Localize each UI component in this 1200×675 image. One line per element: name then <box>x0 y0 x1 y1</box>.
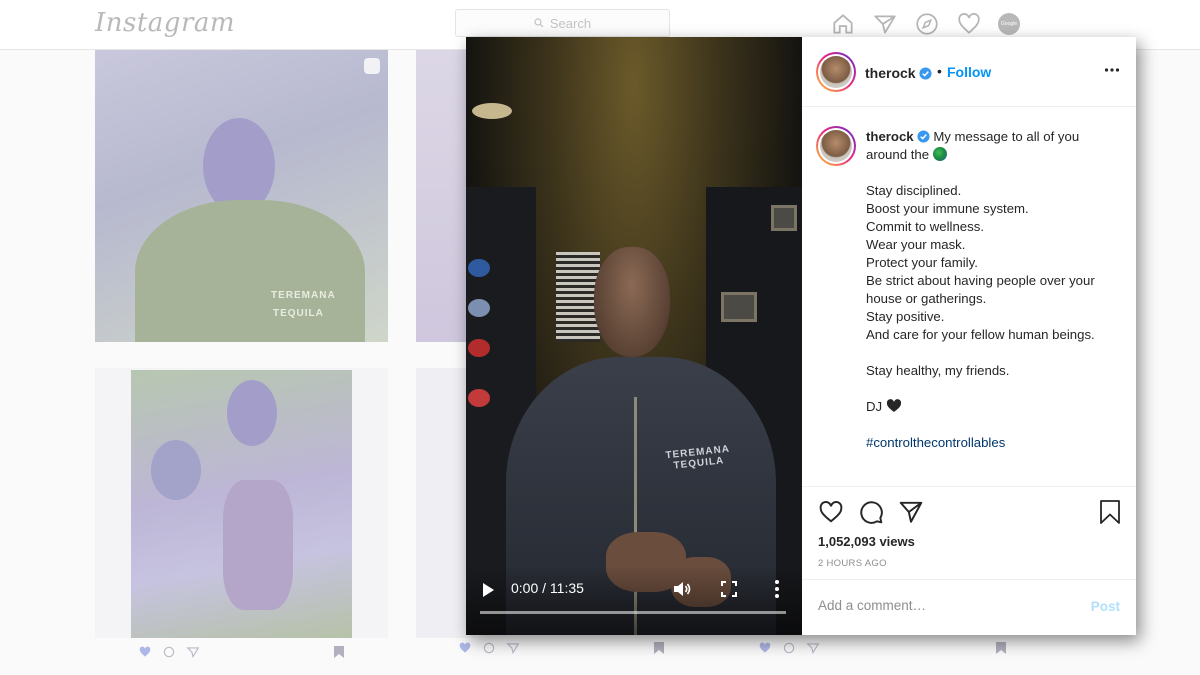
search-icon <box>534 18 544 28</box>
video-progress-bar[interactable] <box>480 611 786 614</box>
direct-icon[interactable] <box>872 11 898 37</box>
hoodie-text: TEQUILA <box>273 308 324 319</box>
save-icon[interactable] <box>333 645 345 659</box>
caption-line: Wear your mask. <box>866 237 966 252</box>
person-head <box>594 247 670 357</box>
helmet <box>468 389 490 407</box>
caption-signature-line: DJ <box>866 398 1120 416</box>
hoodie-text: TEREMANA <box>271 290 336 301</box>
grid-post-3[interactable] <box>95 368 388 638</box>
post-caption: therock My message to all of you around … <box>802 108 1136 486</box>
post-actions: 1,052,093 views 2 HOURS AGO <box>802 486 1136 579</box>
follow-button[interactable]: Follow <box>947 64 991 80</box>
grid-post-1[interactable]: TEREMANA TEQUILA <box>95 50 388 342</box>
share-icon[interactable] <box>506 641 520 655</box>
person-body <box>135 200 365 342</box>
search-input[interactable]: Search <box>455 9 670 37</box>
caption-closing: Stay healthy, my friends. <box>866 363 1010 378</box>
story-ring[interactable] <box>816 52 856 92</box>
video-player[interactable]: TEREMANA TEQUILA 0:00 / 11:35 <box>466 37 802 635</box>
picture-frame <box>771 205 797 231</box>
video-controls: 0:00 / 11:35 <box>466 565 802 635</box>
more-options-icon[interactable] <box>1104 62 1120 78</box>
post-panel: therock • Follow therock My message to a… <box>802 37 1136 635</box>
faded-post-actions <box>758 641 820 655</box>
person-head <box>227 380 277 446</box>
comment-icon[interactable] <box>858 499 884 525</box>
verified-icon <box>919 67 932 80</box>
comment-icon[interactable] <box>162 645 176 659</box>
share-icon[interactable] <box>186 645 200 659</box>
header-username[interactable]: therock <box>865 65 932 81</box>
caption-line: Stay disciplined. <box>866 183 962 198</box>
view-count[interactable]: 1,052,093 views <box>818 534 915 549</box>
caption-intro: therock My message to all of you around … <box>866 128 1120 164</box>
caption-avatar-ring[interactable] <box>816 126 856 166</box>
person-figure <box>151 440 201 500</box>
like-icon[interactable] <box>458 641 472 655</box>
caption-signature: DJ <box>866 399 883 414</box>
helmet <box>468 259 490 277</box>
volume-icon[interactable] <box>672 579 692 599</box>
save-icon[interactable] <box>1098 499 1122 525</box>
fullscreen-icon[interactable] <box>721 581 737 597</box>
search-placeholder: Search <box>549 15 592 31</box>
avatar-label: Google <box>1000 21 1018 27</box>
instagram-logo[interactable]: Instagram <box>95 8 235 38</box>
more-options-icon[interactable] <box>770 578 784 600</box>
explore-icon[interactable] <box>914 11 940 37</box>
user-avatar <box>820 130 852 162</box>
profile-avatar[interactable]: Google <box>998 13 1020 35</box>
helmet <box>468 299 490 317</box>
play-icon[interactable] <box>480 582 496 598</box>
faded-post-actions <box>458 641 520 655</box>
caption-line: Be strict about having people over your … <box>866 273 1095 306</box>
caption-line: Commit to wellness. <box>866 219 984 234</box>
separator-dot: • <box>937 63 942 79</box>
person-figure <box>223 480 293 610</box>
comment-input[interactable] <box>818 598 1058 613</box>
comment-icon[interactable] <box>482 641 496 655</box>
share-icon[interactable] <box>806 641 820 655</box>
like-icon[interactable] <box>818 499 844 525</box>
post-timestamp[interactable]: 2 HOURS AGO <box>818 558 887 569</box>
post-header: therock • Follow <box>802 37 1136 107</box>
picture-frame <box>721 292 757 322</box>
helmet <box>468 339 490 357</box>
video-time: 0:00 / 11:35 <box>511 580 584 596</box>
post-image <box>131 370 352 638</box>
caption-line: And care for your fellow human beings. <box>866 327 1095 342</box>
nav-icons: Google <box>830 11 1020 37</box>
like-icon[interactable] <box>138 645 152 659</box>
faded-post-actions <box>138 645 200 659</box>
caption-line: Protect your family. <box>866 255 978 270</box>
action-icons <box>818 499 924 525</box>
share-icon[interactable] <box>898 499 924 525</box>
activity-icon[interactable] <box>956 11 982 37</box>
black-heart-icon <box>886 399 901 412</box>
igtv-icon <box>364 58 380 74</box>
globe-emoji-icon <box>932 147 947 161</box>
user-avatar <box>820 56 852 88</box>
caption-line: Boost your immune system. <box>866 201 1029 216</box>
caption-username[interactable]: therock <box>866 129 914 144</box>
like-icon[interactable] <box>758 641 772 655</box>
hashtag-link[interactable]: #controlthecontrollables <box>866 434 1120 452</box>
comment-icon[interactable] <box>782 641 796 655</box>
comment-bar: Post <box>802 579 1136 635</box>
username-text: therock <box>865 65 916 81</box>
caption-line: Stay positive. <box>866 309 945 324</box>
home-icon[interactable] <box>830 11 856 37</box>
save-icon[interactable] <box>995 641 1007 655</box>
post-comment-button[interactable]: Post <box>1091 599 1120 614</box>
verified-icon <box>917 130 930 143</box>
ceiling-light <box>472 103 512 119</box>
post-modal: TEREMANA TEQUILA 0:00 / 11:35 therock • … <box>466 37 1136 635</box>
save-icon[interactable] <box>653 641 665 655</box>
